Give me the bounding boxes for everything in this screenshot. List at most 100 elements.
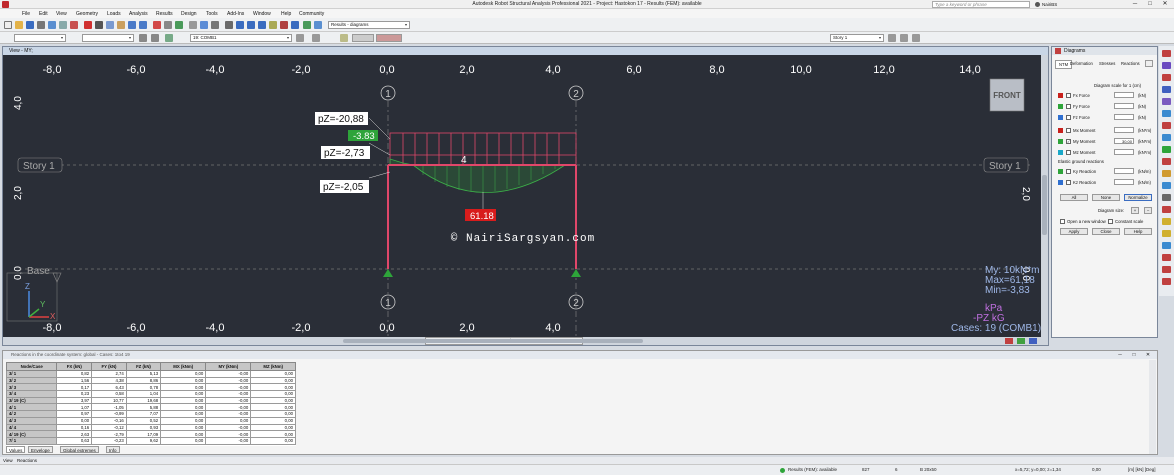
- story-up-icon[interactable]: [888, 34, 896, 42]
- tab-envelope[interactable]: Envelope: [28, 446, 53, 453]
- table-cell[interactable]: 17,09: [125, 430, 162, 438]
- table-row[interactable]: 3/ 2 1,56 4,38 8,86 0,00 -0,00 0,00: [6, 376, 296, 385]
- table-cell[interactable]: 0,00: [160, 376, 207, 385]
- table-cell[interactable]: 9,62: [125, 436, 162, 445]
- table-cell[interactable]: 0,23: [56, 390, 93, 398]
- menu-geometry[interactable]: Geometry: [76, 11, 98, 17]
- view-3d-icon[interactable]: [269, 21, 277, 29]
- table-cell[interactable]: 0,00: [250, 370, 296, 378]
- table-cell[interactable]: 0,00: [160, 410, 207, 418]
- reaction-input[interactable]: [1114, 179, 1134, 185]
- color-swatch[interactable]: [1058, 104, 1063, 109]
- table-cell[interactable]: -0,00: [205, 423, 252, 432]
- table-cell[interactable]: -0,00: [205, 383, 252, 392]
- undo-icon[interactable]: [128, 21, 136, 29]
- column-header[interactable]: MX (kNm): [160, 362, 207, 371]
- table-cell[interactable]: 19,68: [125, 396, 162, 405]
- cases-icon[interactable]: [151, 34, 159, 42]
- view-horizontal-scrollbar[interactable]: XZ Y = 0,00 m - Structure axis A: [3, 337, 1048, 345]
- menu-analysis[interactable]: Analysis: [129, 11, 148, 17]
- menu-view[interactable]: View: [56, 11, 67, 17]
- support-tool-icon[interactable]: [1162, 146, 1171, 153]
- table-cell[interactable]: 0,78: [125, 383, 162, 392]
- column-header[interactable]: Node/Case: [6, 362, 58, 371]
- table-cell[interactable]: 1,56: [56, 376, 93, 385]
- color-select[interactable]: [376, 34, 402, 42]
- offset-tool-icon[interactable]: [1162, 206, 1171, 213]
- table-cell[interactable]: 4,38: [91, 376, 127, 385]
- table-cell[interactable]: 0,00: [250, 430, 296, 438]
- cut-icon[interactable]: [95, 21, 103, 29]
- scroll-thumb[interactable]: [343, 339, 643, 343]
- grid-icon[interactable]: [211, 21, 219, 29]
- section-tool-icon[interactable]: [1162, 170, 1171, 177]
- checkbox-checked[interactable]: ✓: [1066, 139, 1071, 144]
- section-icon[interactable]: [189, 21, 197, 29]
- color-swatch[interactable]: [1058, 180, 1063, 185]
- table-cell[interactable]: 0,00: [160, 403, 207, 412]
- tab-scroll-icon[interactable]: [1145, 60, 1153, 67]
- table-minimize-button[interactable]: ─: [1115, 352, 1125, 358]
- table-cell[interactable]: 0,58: [91, 390, 127, 398]
- calculator-icon[interactable]: [70, 21, 78, 29]
- color-swatch[interactable]: [1058, 128, 1063, 133]
- tab-info[interactable]: Info: [106, 446, 120, 453]
- story-add-icon[interactable]: [912, 34, 920, 42]
- column-header[interactable]: FX (kN): [56, 362, 93, 371]
- display-icon[interactable]: [200, 21, 208, 29]
- table-cell[interactable]: 0,97: [56, 410, 93, 418]
- close-window-button[interactable]: ✕: [1158, 0, 1172, 9]
- reaction-row[interactable]: Ky Reaction (kN/m): [1058, 168, 1158, 175]
- diagram-row[interactable]: Fz Force (kN): [1058, 114, 1158, 121]
- color-swatch[interactable]: [1058, 93, 1063, 98]
- table-cell[interactable]: 1,04: [125, 390, 162, 398]
- results-layout-select[interactable]: Results - diagrams ▾: [328, 21, 410, 29]
- table-cell[interactable]: 0,00: [250, 403, 296, 412]
- table-cell[interactable]: -0,99: [91, 410, 127, 418]
- concrete-tool-icon[interactable]: [1162, 266, 1171, 273]
- table-row[interactable]: 4/ 2 0,97 -0,99 7,07 0,00 -0,00 0,00: [6, 410, 296, 418]
- copy-icon[interactable]: [106, 21, 114, 29]
- table-cell[interactable]: 0,52: [125, 416, 162, 425]
- selection-field-2[interactable]: ▾: [82, 34, 134, 42]
- layouts-icon[interactable]: [164, 21, 172, 29]
- table-row[interactable]: 3/ 4 0,23 0,58 1,04 0,00 -0,00 0,00: [6, 390, 296, 398]
- table-icon[interactable]: [175, 21, 183, 29]
- size-decrease-button[interactable]: −: [1144, 207, 1152, 214]
- table-cell[interactable]: -0,00: [205, 410, 252, 418]
- table-cell[interactable]: 0,16: [56, 423, 93, 432]
- table-row[interactable]: 4/ 4 0,16 -0,12 0,93 0,00 -0,00 0,00: [6, 423, 296, 432]
- table-cell[interactable]: 0,17: [56, 383, 93, 392]
- screen-capture-icon[interactable]: [48, 21, 56, 29]
- checkbox[interactable]: [1066, 150, 1071, 155]
- scale-input[interactable]: [1114, 127, 1134, 133]
- row-label[interactable]: 3/ 1: [6, 370, 58, 378]
- maximize-button[interactable]: □: [1143, 0, 1157, 9]
- frame-view-icon[interactable]: [1005, 338, 1013, 344]
- filter-icon[interactable]: [139, 34, 147, 42]
- steel-tool-icon[interactable]: [1162, 254, 1171, 261]
- table-cell[interactable]: 7,07: [125, 410, 162, 418]
- timber-tool-icon[interactable]: [1162, 278, 1171, 285]
- display-select[interactable]: [352, 34, 374, 42]
- checkbox[interactable]: [1066, 180, 1071, 185]
- save-icon[interactable]: [26, 21, 34, 29]
- scale-input[interactable]: 30,00: [1114, 138, 1134, 144]
- table-cell[interactable]: 5,13: [125, 370, 162, 378]
- checkbox[interactable]: [1066, 115, 1071, 120]
- table-vertical-scrollbar[interactable]: [1149, 360, 1156, 454]
- cable-tool-icon[interactable]: [1162, 230, 1171, 237]
- reaction-tool-icon[interactable]: [1162, 86, 1171, 93]
- view-canvas[interactable]: -8,0 -6,0 -4,0 -2,0 0,0 2,0 4,0 6,0 8,0 …: [3, 55, 1048, 373]
- calc-run-icon[interactable]: [153, 21, 161, 29]
- color-swatch[interactable]: [1058, 169, 1063, 174]
- table-cell[interactable]: 0,00: [160, 416, 207, 425]
- table-row[interactable]: 3/ 3 0,17 6,43 0,78 0,00 -0,00 0,00: [6, 383, 296, 392]
- reaction-row[interactable]: Kz Reaction (kN/m): [1058, 179, 1158, 186]
- row-label[interactable]: 3/ 2: [6, 376, 58, 385]
- story-down-icon[interactable]: [900, 34, 908, 42]
- table-cell[interactable]: -0,00: [205, 390, 252, 398]
- node-tool-icon[interactable]: [1162, 122, 1171, 129]
- load-tool-icon[interactable]: [1162, 158, 1171, 165]
- menu-window[interactable]: Window: [253, 11, 271, 17]
